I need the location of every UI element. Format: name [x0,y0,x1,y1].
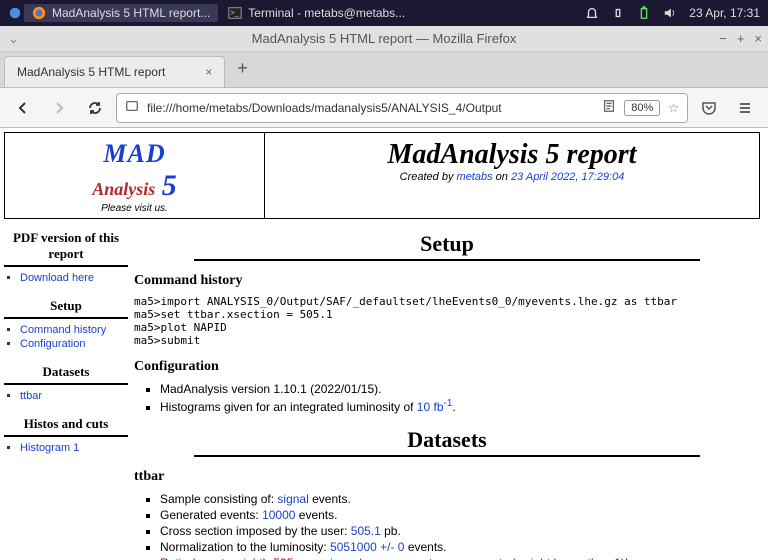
command-history-block: ma5>import ANALYSIS_0/Output/SAF/_defaul… [134,295,760,347]
firefox-icon [32,6,46,20]
taskbar-app-firefox[interactable]: MadAnalysis 5 HTML report... [24,4,218,22]
bookmark-star-icon[interactable]: ☆ [668,101,679,115]
back-button[interactable] [8,93,38,123]
pocket-icon[interactable] [694,93,724,123]
system-tray: 23 Apr, 17:31 [585,6,760,20]
network-icon[interactable] [611,6,625,20]
clock[interactable]: 23 Apr, 17:31 [689,6,760,20]
chevron-down-icon[interactable]: ⌄ [8,31,19,47]
app-menu-icon[interactable] [8,6,22,20]
url-bar[interactable]: file:///home/metabs/Downloads/madanalysi… [116,93,688,123]
sidebar-link[interactable]: Histogram 1 [20,442,79,454]
maximize-icon[interactable]: + [737,31,745,46]
sidebar-pdf-heading: PDF version of this report [4,227,128,267]
window-title: MadAnalysis 5 HTML report — Mozilla Fire… [252,31,517,46]
close-icon[interactable]: × [754,31,762,46]
browser-toolbar: file:///home/metabs/Downloads/madanalysi… [0,88,768,128]
dataset-item: Cross section imposed by the user: 505.1… [160,523,760,539]
taskbar-app-label: MadAnalysis 5 HTML report... [52,6,210,20]
sidebar-setup-heading: Setup [4,295,128,319]
subheading-cmdhistory: Command history [134,273,760,289]
dataset-item: Sample consisting of: signal events. [160,491,760,507]
dataset-warning: Ratio (event weight): 505 - warning: ple… [160,555,760,560]
main-content: Setup Command history ma5>import ANALYSI… [134,227,760,560]
download-pdf-link[interactable]: Download here [20,272,94,284]
svg-text:>_: >_ [231,10,239,17]
page-title: MadAnalysis 5 report [269,139,755,171]
sidebar-link[interactable]: Command history [20,324,106,336]
reload-button[interactable] [80,93,110,123]
new-tab-button[interactable]: + [225,50,260,87]
subheading-configuration: Configuration [134,359,760,375]
terminal-icon: >_ [228,6,242,20]
hamburger-menu-icon[interactable] [730,93,760,123]
subheading-ttbar: ttbar [134,469,760,485]
tab-title: MadAnalysis 5 HTML report [17,65,165,79]
tab-bar: MadAnalysis 5 HTML report × + [0,52,768,88]
sidebar-link[interactable]: Configuration [20,338,85,350]
forward-button[interactable] [44,93,74,123]
page-content: MAD Analysis 5 Please visit us. MadAnaly… [0,128,768,560]
minimize-icon[interactable]: − [719,31,727,46]
dataset-item: Normalization to the luminosity: 5051000… [160,539,760,555]
taskbar-app-terminal[interactable]: >_ Terminal - metabs@metabs... [220,4,413,22]
config-item: MadAnalysis version 1.10.1 (2022/01/15). [160,381,760,397]
section-heading-datasets: Datasets [194,427,700,457]
madanalysis-logo[interactable]: MAD Analysis 5 [9,139,260,203]
section-heading-setup: Setup [194,231,700,261]
reader-mode-icon[interactable] [602,99,616,116]
sidebar-histos-heading: Histos and cuts [4,413,128,437]
os-taskbar: MadAnalysis 5 HTML report... >_ Terminal… [0,0,768,26]
sidebar-datasets-heading: Datasets [4,361,128,385]
bell-icon[interactable] [585,6,599,20]
volume-icon[interactable] [663,6,677,20]
browser-tab[interactable]: MadAnalysis 5 HTML report × [4,56,225,87]
tab-close-icon[interactable]: × [205,65,212,79]
zoom-badge[interactable]: 80% [624,100,660,116]
page-info-icon[interactable] [125,99,139,116]
config-item: Histograms given for an integrated lumin… [160,397,760,415]
created-meta: Created by metabs on 23 April 2022, 17:2… [269,171,755,183]
sidebar-link[interactable]: ttbar [20,390,42,402]
dataset-item: Generated events: 10000 events. [160,507,760,523]
sidebar: PDF version of this report Download here… [4,227,128,560]
visit-link[interactable]: Please visit us. [9,203,260,214]
window-titlebar: ⌄ MadAnalysis 5 HTML report — Mozilla Fi… [0,26,768,52]
battery-icon[interactable] [637,6,651,20]
taskbar-app-label: Terminal - metabs@metabs... [248,6,405,20]
url-text: file:///home/metabs/Downloads/madanalysi… [147,101,594,115]
